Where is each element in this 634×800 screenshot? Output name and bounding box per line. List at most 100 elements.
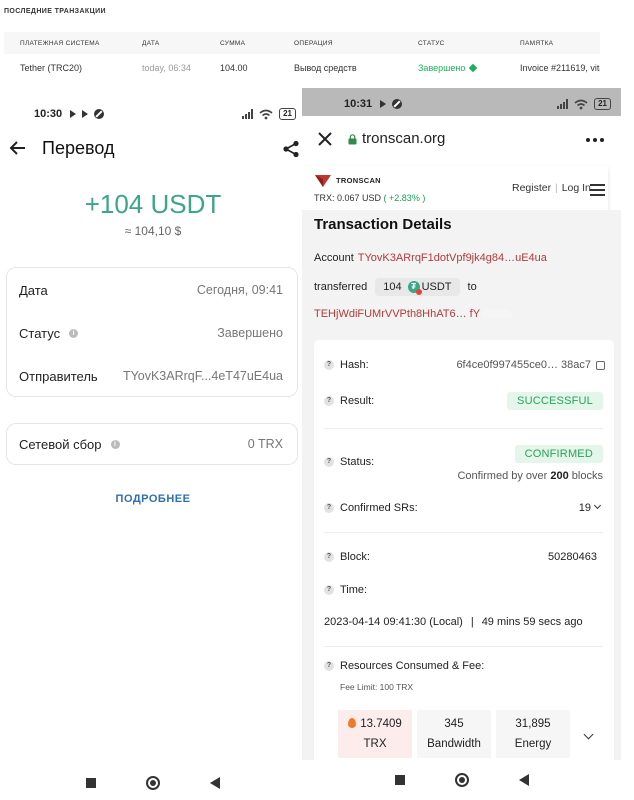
recents-button[interactable] <box>86 778 96 788</box>
status-diamond-icon <box>469 63 478 73</box>
do-not-disturb-icon <box>392 99 403 109</box>
divider <box>324 646 603 647</box>
browser-toolbar: tronscan.org <box>302 116 621 166</box>
column-header: ОПЕРАЦИЯ <box>294 39 333 47</box>
time-value: 2023-04-14 09:41:30 (Local) <box>324 616 463 628</box>
home-button[interactable] <box>454 773 469 787</box>
column-header: СТАТУС <box>418 39 445 47</box>
amount-cell: 104.00 <box>220 63 248 73</box>
detail-value: Завершено <box>217 326 283 340</box>
sender-address[interactable]: TYovK3ARrqF...4eT47uE4ua <box>123 369 283 383</box>
detail-row-status: Статус i Завершено <box>19 323 283 343</box>
table-row[interactable]: Tether (TRC20) today, 06:34 104.00 Вывод… <box>4 54 600 82</box>
trx-change: ( +2.83% ) <box>383 193 426 203</box>
help-icon[interactable]: ? <box>324 457 334 467</box>
help-icon[interactable]: ? <box>324 360 334 370</box>
back-button[interactable] <box>518 774 529 786</box>
panel-title: ПОСЛЕДНИЕ ТРАНЗАКЦИИ <box>4 8 106 15</box>
help-icon[interactable]: ? <box>324 552 334 562</box>
transferred-line: transferred 104 ₮ USDT to <box>314 278 477 296</box>
time-separator: | <box>470 616 474 628</box>
detail-label: Сетевой сбор <box>19 436 102 452</box>
detail-value: Сегодня, 09:41 <box>196 283 283 297</box>
time-value-row: 2023-04-14 09:41:30 (Local) | 49 mins 59… <box>324 616 597 628</box>
android-nav-bar <box>0 768 306 798</box>
hash-row: ? Hash: 6f4ce0f997455ce0… 38ac7 <box>324 359 605 371</box>
help-icon[interactable]: ? <box>324 661 334 671</box>
auth-separator: | <box>555 182 558 194</box>
home-button[interactable] <box>146 776 160 790</box>
status-text: Завершено <box>418 63 466 73</box>
column-header: ПАМЯТКА <box>520 39 554 47</box>
detail-row-sender[interactable]: Отправитель TYovK3ARrqF...4eT47uE4ua <box>19 366 283 386</box>
recipient-line: TEHjWdiFUMrVVPth8HhAT6… fY <box>314 308 513 320</box>
detail-row-date: Дата Сегодня, 09:41 <box>19 280 283 300</box>
resource-energy: 31,895 Energy <box>496 710 570 758</box>
help-icon[interactable]: ? <box>324 503 334 513</box>
divider <box>324 428 603 429</box>
fee-limit: Fee Limit: 100 TRX <box>340 682 414 692</box>
token-amount-pill[interactable]: 104 ₮ USDT <box>375 278 460 296</box>
status-row: ? Status: <box>324 456 603 468</box>
brand-name[interactable]: TRONSCAN <box>336 176 381 185</box>
page-title: Transaction Details <box>314 216 452 233</box>
recents-button[interactable] <box>394 775 405 785</box>
transfer-details-card: Дата Сегодня, 09:41 Статус i Завершено От… <box>6 267 298 397</box>
time-ago: 49 mins 59 secs ago <box>481 616 583 628</box>
network-fee-card: Сетевой сбор i 0 TRX <box>6 423 298 465</box>
info-icon[interactable]: i <box>69 328 79 338</box>
hamburger-menu-icon[interactable] <box>590 184 605 199</box>
tronscan-logo-icon[interactable] <box>314 174 332 188</box>
battery-icon: 21 <box>279 108 296 120</box>
hash-value[interactable]: 6f4ce0f997455ce0… 38ac7 <box>456 359 591 371</box>
detail-label: Отправитель <box>19 368 98 384</box>
more-details-button[interactable]: ПОДРОБНЕЕ <box>0 493 306 505</box>
detail-row-fee: Сетевой сбор i 0 TRX <box>19 434 283 454</box>
url-bar[interactable]: tronscan.org <box>362 130 445 147</box>
play-icon <box>70 110 77 118</box>
info-icon[interactable]: i <box>110 439 120 449</box>
transfer-amount-fiat: ≈ 104,10 $ <box>124 224 182 238</box>
battery-icon: 21 <box>594 98 611 110</box>
operation-cell: Вывод средств <box>294 63 357 73</box>
back-arrow-icon[interactable] <box>8 138 28 158</box>
register-link[interactable]: Register <box>512 182 551 194</box>
copy-icon[interactable] <box>596 360 605 370</box>
recent-transactions-panel: ПОСЛЕДНИЕ ТРАНЗАКЦИИ ПЛАТЕЖНАЯ СИСТЕМА Д… <box>0 0 634 88</box>
confirmed-srs-row[interactable]: ? Confirmed SRs: 19 <box>324 501 603 514</box>
resources-row: ? Resources Consumed & Fee: <box>324 660 603 672</box>
account-line: Account TYovK3ARrqF1dotVpf9jk4g84…uE4ua <box>314 252 547 264</box>
column-header: ДАТА <box>142 39 160 47</box>
tether-icon: ₮ <box>407 281 422 295</box>
wifi-icon <box>574 99 588 109</box>
back-button[interactable] <box>210 777 220 789</box>
share-icon[interactable] <box>282 140 300 158</box>
status-bar: 10:30 21 <box>34 101 306 127</box>
resource-trx: 13.7409 TRX <box>338 710 412 758</box>
resource-bandwidth: 345 Bandwidth <box>417 710 491 758</box>
status-cell: Завершено <box>418 54 520 82</box>
page-title: Перевод <box>42 138 115 158</box>
redacted-area <box>482 309 513 319</box>
login-link[interactable]: Log In <box>562 182 591 194</box>
auth-links: Register | Log In <box>512 182 591 194</box>
chevron-down-icon[interactable] <box>593 501 602 510</box>
recipient-address-link[interactable]: TEHjWdiFUMrVVPth8HhAT6… fY <box>314 308 480 320</box>
more-menu-icon[interactable] <box>586 138 604 142</box>
divider <box>324 532 603 533</box>
help-icon[interactable]: ? <box>324 396 334 406</box>
result-badge: SUCCESSFUL <box>507 392 603 410</box>
signal-icon <box>242 109 254 119</box>
account-address-link[interactable]: TYovK3ARrqF1dotVpf9jk4g84…uE4ua <box>358 252 547 264</box>
play-icon <box>380 100 387 108</box>
table-header: ПЛАТЕЖНАЯ СИСТЕМА ДАТА СУММА ОПЕРАЦИЯ СТ… <box>4 32 600 54</box>
column-header: ПЛАТЕЖНАЯ СИСТЕМА <box>20 39 100 47</box>
block-value[interactable]: 50280463 <box>548 551 597 563</box>
column-header: СУММА <box>220 39 246 47</box>
lock-icon <box>348 134 357 145</box>
help-icon[interactable]: ? <box>324 585 334 595</box>
wallet-transfer-screen: 10:30 21 Перевод +104 USDT ≈ 104,10 $ Да… <box>0 96 306 800</box>
close-icon[interactable] <box>318 132 332 146</box>
transactions-table: ПЛАТЕЖНАЯ СИСТЕМА ДАТА СУММА ОПЕРАЦИЯ СТ… <box>4 32 600 82</box>
status-time: 10:30 <box>34 108 63 120</box>
